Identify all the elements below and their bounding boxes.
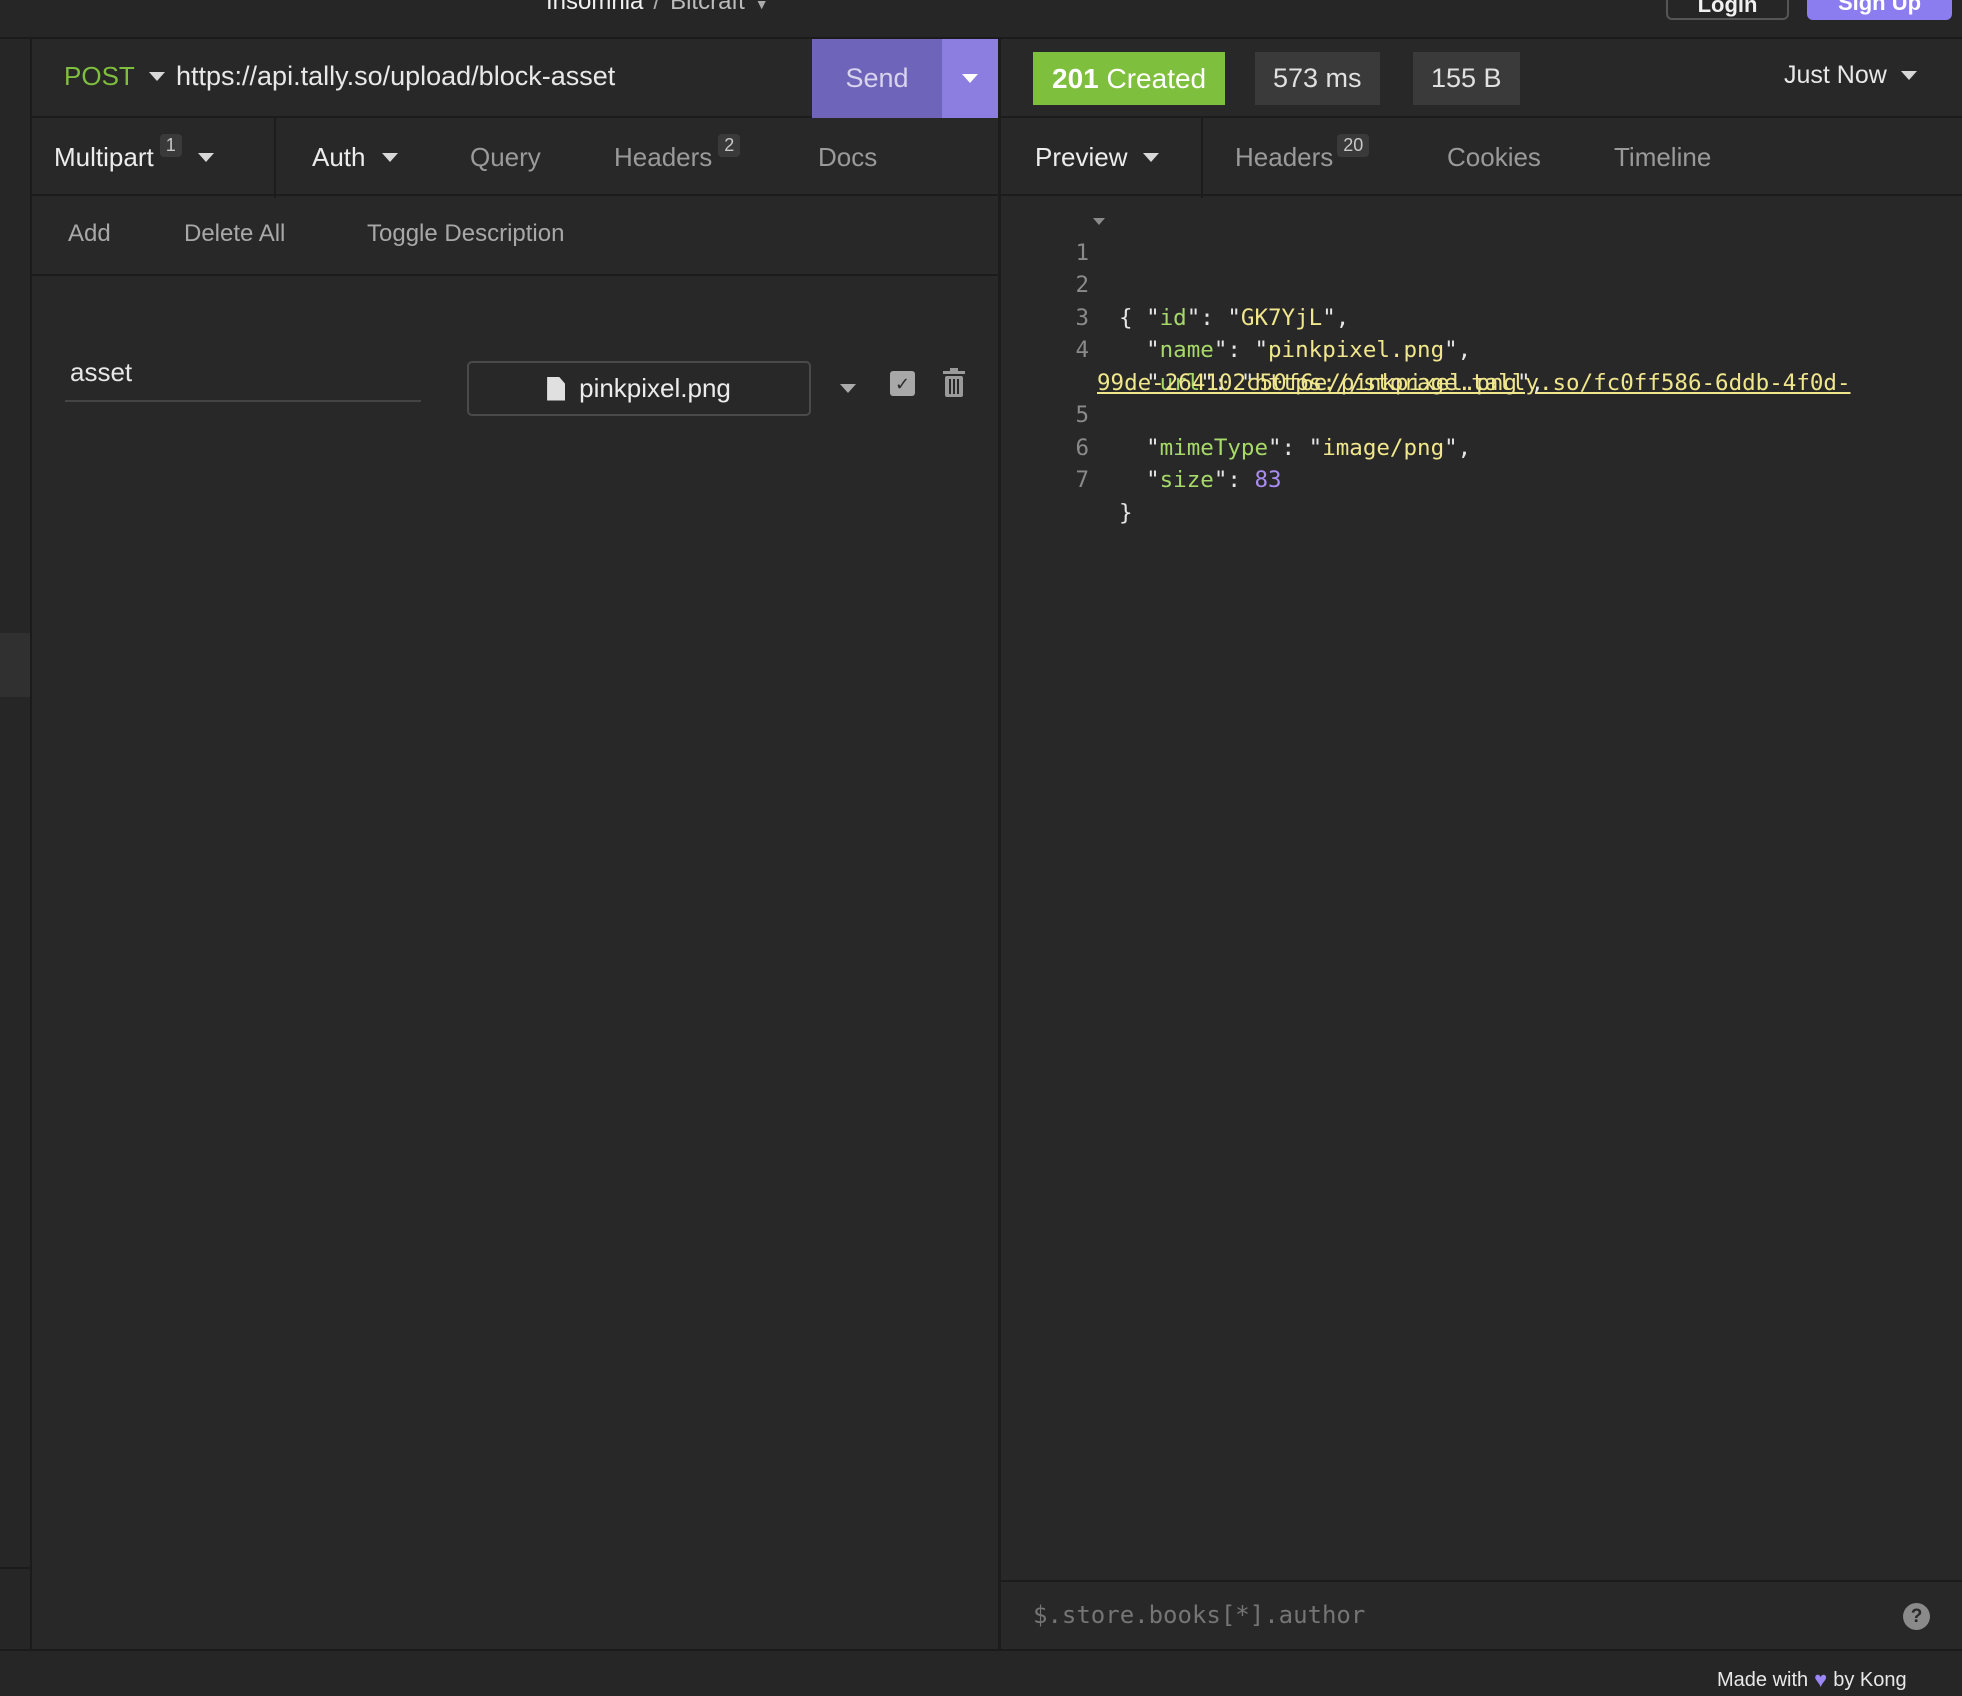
sidebar-active-marker[interactable] [0,633,30,697]
tab-multipart[interactable]: Multipart 1 [54,118,214,196]
toggle-description-button[interactable]: Toggle Description [367,220,564,248]
tab-timeline[interactable]: Timeline [1614,118,1711,196]
tab-cookies[interactable]: Cookies [1447,118,1541,196]
breadcrumb: Insomnia / Bitcraft ▼ [546,0,769,16]
chevron-down-icon[interactable]: ▼ [755,0,769,12]
code-line: 7 } [1001,432,1962,526]
file-select-button[interactable]: pinkpixel.png [467,361,811,416]
tab-label: Multipart [54,141,154,172]
status-code: 201 [1052,63,1099,94]
tab-preview[interactable]: Preview [1035,118,1160,196]
status-text: Created [1106,63,1207,94]
status-bar: Made with ♥ by Kong [0,1649,1962,1696]
heart-icon: ♥ [1814,1667,1828,1692]
method-dropdown[interactable]: POST [64,61,165,92]
tab-headers[interactable]: Headers 2 [614,118,741,196]
json-key: size [1159,467,1214,493]
by-kong-label: by Kong [1833,1668,1907,1691]
line-number: 7 [1075,467,1089,493]
file-icon [547,376,566,401]
tab-label: Preview [1035,141,1128,172]
caret-down-icon [381,152,398,162]
response-filter-input[interactable] [1033,1601,1853,1629]
tab-query[interactable]: Query [470,118,541,196]
response-tabs: Preview Headers 20 Cookies Timeline [1001,118,1962,196]
divider [0,1567,30,1569]
send-button[interactable]: Send [812,39,942,118]
param-name-input[interactable]: asset [65,352,421,402]
caret-down-icon [197,152,214,162]
multipart-actions: Add Delete All Toggle Description [32,196,998,276]
caret-down-icon [840,384,856,393]
tab-label: Docs [818,141,878,172]
response-header: 201 Created 573 ms 155 B Just Now [1001,39,1962,118]
response-filter-bar: ? [1001,1580,1962,1649]
json-number: 83 [1254,467,1282,493]
breadcrumb-separator: / [653,0,661,15]
response-history-dropdown[interactable]: Just Now [1784,61,1917,90]
tab-label: Cookies [1447,141,1541,172]
tab-label: Query [470,141,541,172]
add-button[interactable]: Add [68,220,111,248]
tab-label: Headers [1235,141,1334,172]
delete-all-button[interactable]: Delete All [184,220,285,248]
tab-badge: 1 [159,133,182,157]
signup-button[interactable]: Sign Up [1807,0,1952,20]
url-bar: POST https://api.tally.so/upload/block-a… [32,39,998,118]
url-input[interactable]: https://api.tally.so/upload/block-asset [176,61,615,92]
tab-response-headers[interactable]: Headers 20 [1235,118,1370,196]
code-line-wrap: 99de-264102c50f6e/pinkpixel.png", [1001,334,1962,396]
caret-down-icon [1900,71,1917,80]
sidebar-collapsed [0,39,32,1649]
breadcrumb-app[interactable]: Insomnia [546,0,643,15]
code-line: 4 "url": "https://storage.tally.so/fc0ff… [1001,302,1962,396]
history-label: Just Now [1784,61,1887,89]
file-name: pinkpixel.png [579,373,731,403]
code-line: 5 "mimeType": "image/png", [1001,367,1962,461]
response-pane: 201 Created 573 ms 155 B Just Now Previe… [1001,39,1962,1649]
made-with-label: Made with [1717,1668,1809,1691]
fold-arrow-icon[interactable] [1093,218,1105,225]
param-type-dropdown[interactable] [840,380,856,398]
tab-badge: 2 [718,133,741,157]
json-brace: } [1119,499,1133,526]
status-badge: 201 Created [1033,52,1226,105]
method-label: POST [64,61,135,91]
tab-label: Timeline [1614,141,1712,172]
trash-icon[interactable] [942,368,966,398]
tab-badge: 20 [1337,133,1370,157]
response-body-viewer[interactable]: 1 { 2 "id": "GK7YjL", 3 "name": "pinkpix… [1001,204,1962,526]
caret-down-icon [1143,152,1160,162]
response-size-badge: 155 B [1413,52,1520,105]
caret-down-icon [962,74,978,83]
response-time-badge: 573 ms [1255,52,1380,105]
login-button[interactable]: Login [1666,0,1789,20]
caret-down-icon [148,72,165,81]
param-enabled-checkbox[interactable]: ✓ [890,371,915,396]
multipart-param-row: asset pinkpixel.png ✓ [32,276,998,416]
json-entry: "size": 83 [1146,467,1282,493]
code-line: 3 "name": "pinkpixel.png", [1001,269,1962,364]
request-pane: POST https://api.tally.so/upload/block-a… [32,39,998,1649]
code-line: 6 "size": 83 [1001,399,1962,494]
tab-label: Headers [614,141,713,172]
made-with-credit[interactable]: Made with ♥ by Kong [1717,1667,1907,1693]
tab-auth[interactable]: Auth [312,118,398,196]
code-line: 1 { [1001,204,1962,331]
send-options-button[interactable] [942,39,998,118]
title-bar: Insomnia / Bitcraft ▼ Login Sign Up [0,0,1962,39]
tab-label: Auth [312,141,366,172]
tab-docs[interactable]: Docs [818,118,877,196]
help-icon[interactable]: ? [1903,1603,1930,1630]
breadcrumb-project[interactable]: Bitcraft [670,0,745,15]
code-line: 2 "id": "GK7YjL", [1001,237,1962,331]
request-tabs: Multipart 1 Auth Query Headers 2 Docs [32,118,998,196]
